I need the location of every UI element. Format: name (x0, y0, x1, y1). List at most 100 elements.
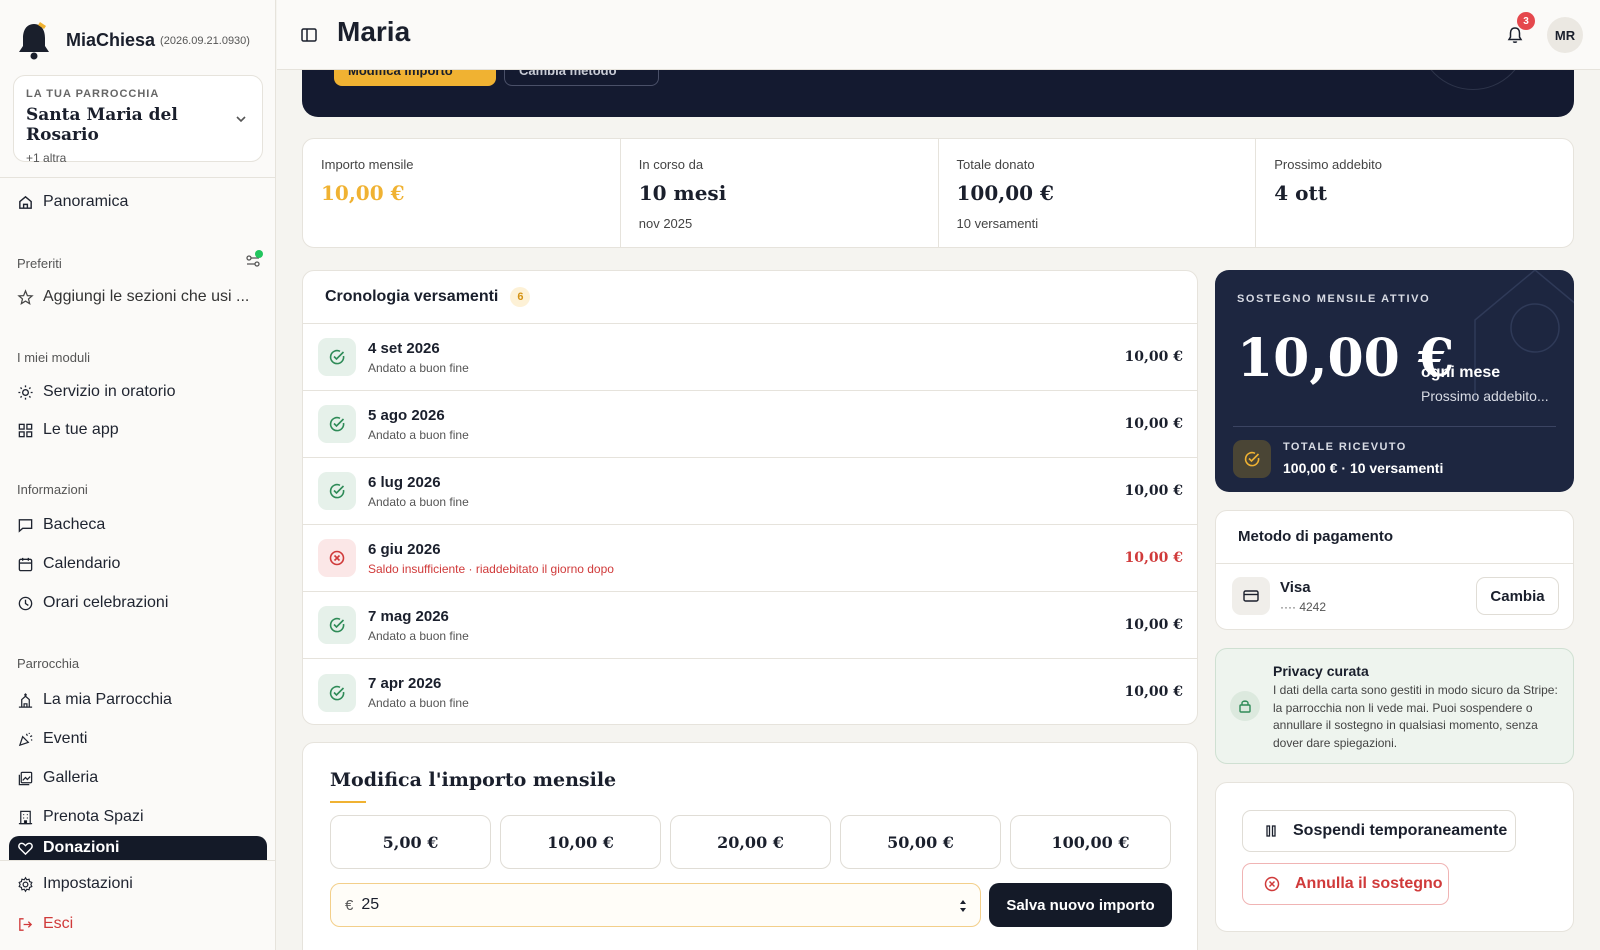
cancel-support-button[interactable]: Annulla il sostegno (1242, 863, 1449, 905)
total-value: 100,00 € · 10 versamenti (1283, 460, 1444, 476)
nav-impostazioni-label: Impostazioni (43, 875, 133, 892)
history-amount: 10,00 € (1124, 349, 1183, 365)
nav-oratorio[interactable]: Servizio in oratorio (17, 380, 176, 404)
stat-value: 100,00 € (956, 181, 1054, 205)
divider (0, 177, 276, 178)
party-icon (18, 732, 33, 746)
history-status: Andato a buon fine (368, 628, 469, 643)
history-date: 6 lug 2026 (368, 473, 441, 491)
stat-label: Prossimo addebito (1274, 157, 1382, 172)
stat-total: Totale donato 100,00 € 10 versamenti (939, 139, 1257, 247)
history-row[interactable]: 7 mag 2026 Andato a buon fine 10,00 € (303, 592, 1197, 659)
nav-overview[interactable]: Panoramica (17, 190, 128, 214)
stat-label: Totale donato (956, 157, 1035, 172)
nav-galleria-label: Galleria (43, 769, 99, 786)
avatar[interactable]: MR (1547, 17, 1583, 53)
nav-prenota-spazi[interactable]: Prenota Spazi (17, 805, 144, 829)
nav-apps-label: Le tue app (43, 421, 119, 438)
parish-name: Santa Maria del Rosario (26, 105, 178, 145)
nav-galleria[interactable]: Galleria (17, 766, 98, 790)
brand[interactable]: MiaChiesa (2026.09.21.0930) (16, 20, 250, 60)
nav-impostazioni[interactable]: Impostazioni (17, 872, 133, 896)
support-label: SOSTEGNO MENSILE ATTIVO (1237, 293, 1431, 305)
amount-option-5[interactable]: 5,00 € (330, 815, 491, 869)
amount-input[interactable]: € 25 (330, 883, 981, 927)
payment-title: Metodo di pagamento (1238, 528, 1393, 545)
history-status: Andato a buon fine (368, 427, 469, 442)
stat-monthly: Importo mensile 10,00 € (303, 139, 621, 247)
bell-logo-icon (19, 22, 49, 60)
change-payment-button[interactable]: Cambia (1476, 577, 1559, 615)
nav-bacheca[interactable]: Bacheca (17, 513, 105, 537)
history-date: 4 set 2026 (368, 339, 440, 357)
building-icon (18, 810, 33, 824)
message-icon (18, 518, 33, 533)
amount-option-50[interactable]: 50,00 € (840, 815, 1001, 869)
pause-label: Sospendi temporaneamente (1293, 822, 1508, 839)
divider (1233, 426, 1556, 427)
payment-history: Cronologia versamenti 6 4 set 2026 Andato… (302, 270, 1198, 725)
title-underline (330, 801, 366, 803)
calendar-icon (18, 557, 33, 571)
stat-label: Importo mensile (321, 157, 414, 172)
sidebar-toggle-icon[interactable] (300, 26, 318, 44)
pause-button[interactable]: Sospendi temporaneamente (1242, 810, 1516, 852)
amount-option-10[interactable]: 10,00 € (500, 815, 661, 869)
grid-icon (18, 423, 33, 437)
success-icon (318, 673, 356, 712)
stat-sub: 10 versamenti (956, 216, 1039, 231)
currency-symbol: € (345, 896, 354, 914)
nav-esci[interactable]: Esci (17, 912, 73, 936)
privacy-title: Privacy curata (1273, 663, 1369, 679)
nav-eventi-label: Eventi (43, 730, 88, 747)
nav-orari[interactable]: Orari celebrazioni (17, 591, 168, 615)
save-amount-button[interactable]: Salva nuovo importo (989, 883, 1172, 927)
cancel-circle-icon (1264, 876, 1280, 892)
history-row[interactable]: 7 apr 2026 Andato a buon fine 10,00 € (303, 659, 1197, 724)
gallery-icon (18, 771, 33, 785)
cancel-label: Annulla il sostegno (1295, 875, 1443, 892)
stepper-icon[interactable] (958, 897, 968, 915)
nav-esci-label: Esci (43, 915, 74, 932)
topbar: Maria 3 MR (277, 0, 1600, 70)
divider (0, 860, 276, 861)
payment-method-card: Metodo di pagamento Visa ···· 4242 Cambi… (1215, 510, 1574, 630)
sidebar: MiaChiesa (2026.09.21.0930) LA TUA PARRO… (0, 0, 276, 950)
nav-calendario[interactable]: Calendario (17, 552, 120, 576)
church-icon (18, 692, 33, 708)
history-status: Andato a buon fine (368, 360, 469, 375)
history-row[interactable]: 6 lug 2026 Andato a buon fine 10,00 € (303, 458, 1197, 525)
credit-card-icon (1232, 577, 1270, 615)
modules-section-label: I miei moduli (17, 350, 90, 365)
nav-calendario-label: Calendario (43, 555, 121, 572)
history-row[interactable]: 4 set 2026 Andato a buon fine 10,00 € (303, 324, 1197, 391)
nav-donazioni[interactable]: Donazioni (9, 836, 267, 860)
star-icon (17, 288, 34, 305)
amount-option-100[interactable]: 100,00 € (1010, 815, 1171, 869)
nav-apps[interactable]: Le tue app (17, 418, 119, 442)
history-row[interactable]: 5 ago 2026 Andato a buon fine 10,00 € (303, 391, 1197, 458)
history-status: Saldo insufficiente · riaddebitato il gi… (368, 561, 614, 576)
nav-mia-parrocchia[interactable]: La mia Parrocchia (17, 688, 172, 712)
history-amount: 10,00 € (1124, 550, 1183, 566)
home-icon (19, 195, 32, 209)
history-date: 7 mag 2026 (368, 607, 449, 625)
sun-icon (18, 384, 33, 400)
stat-value: 10,00 € (321, 181, 405, 205)
success-icon (318, 338, 356, 376)
nav-eventi[interactable]: Eventi (17, 727, 87, 751)
history-row[interactable]: 6 giu 2026 Saldo insufficiente · riaddebi… (303, 525, 1197, 592)
amount-option-20[interactable]: 20,00 € (670, 815, 831, 869)
app-name: MiaChiesa (66, 29, 156, 50)
gear-icon (18, 876, 33, 892)
history-count-badge: 6 (510, 287, 531, 307)
pause-icon (1266, 825, 1276, 837)
privacy-body: I dati della carta sono gestiti in modo … (1273, 683, 1558, 750)
nav-add-favorites[interactable]: Aggiungi le sezioni che usi ... (17, 285, 249, 309)
nav-bacheca-label: Bacheca (43, 516, 106, 533)
page-title: Maria (337, 16, 411, 47)
history-amount: 10,00 € (1124, 416, 1183, 432)
history-status: Andato a buon fine (368, 494, 469, 509)
parish-selector[interactable]: LA TUA PARROCCHIA Santa Maria del Rosari… (13, 75, 263, 165)
stat-sub: nov 2025 (638, 216, 693, 231)
